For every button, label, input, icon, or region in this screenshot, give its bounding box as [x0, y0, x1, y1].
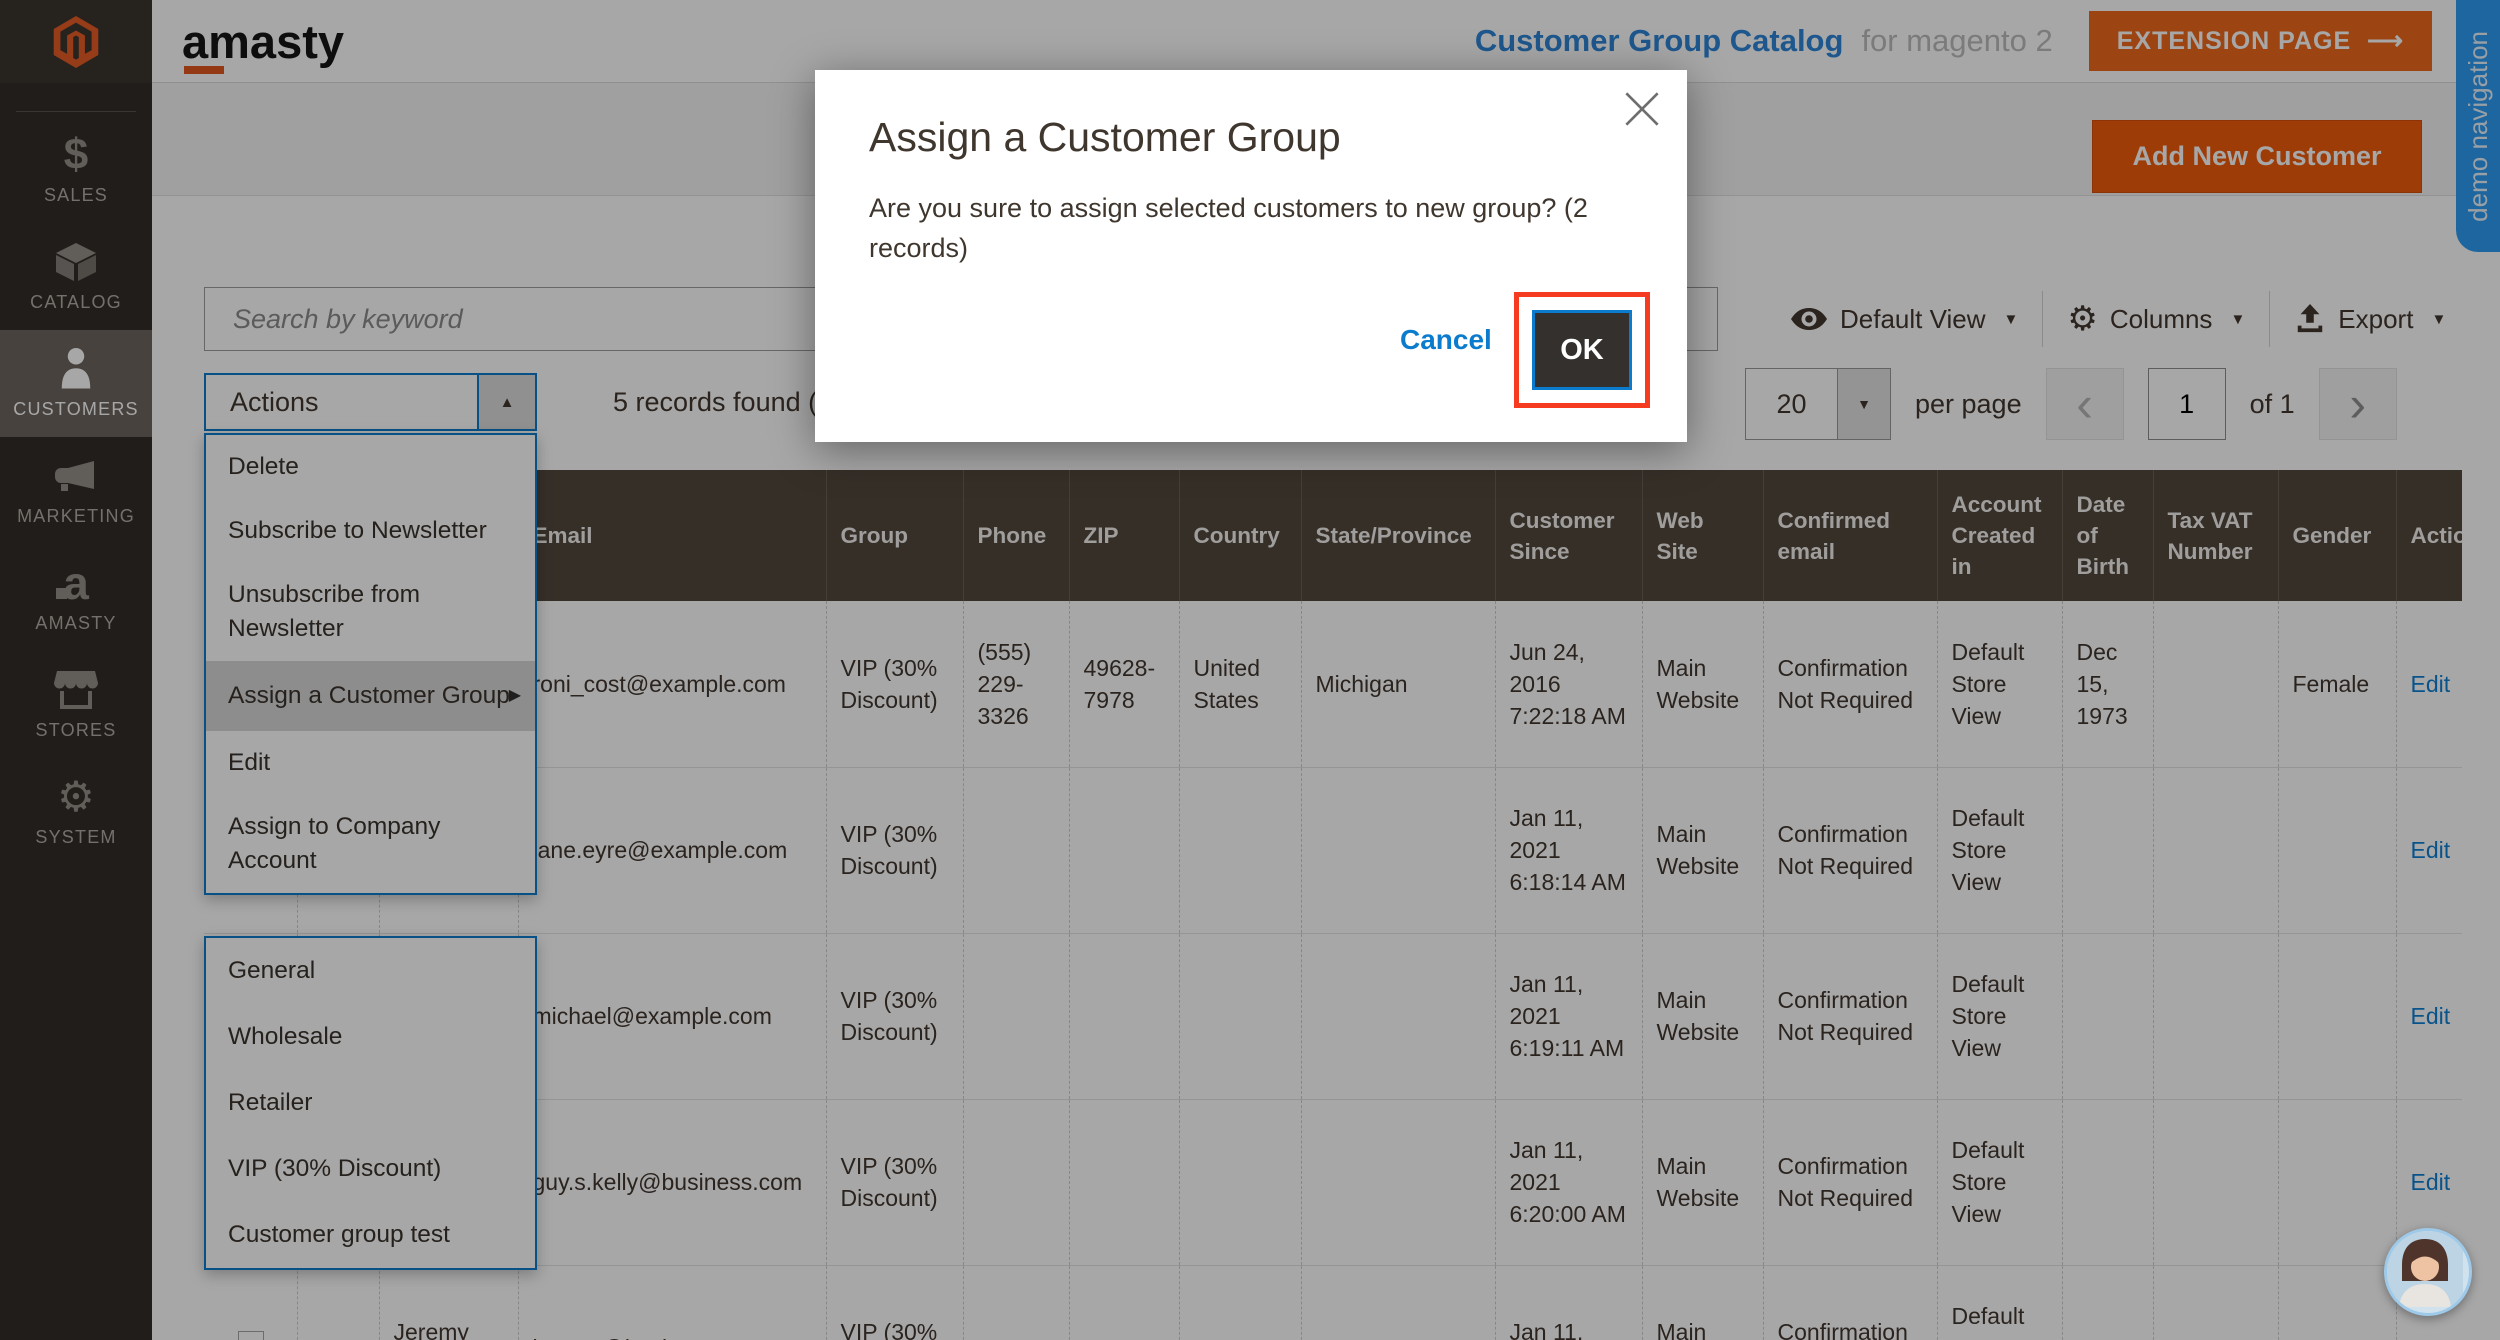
close-icon[interactable]: [1623, 90, 1661, 128]
cancel-button[interactable]: Cancel: [1400, 324, 1492, 356]
support-chat-avatar[interactable]: [2384, 1228, 2472, 1316]
magento-admin-page: $SALESCATALOGCUSTOMERSMARKETINGaAMASTYST…: [0, 0, 2500, 1340]
assign-group-modal: Assign a Customer Group Are you sure to …: [815, 70, 1687, 442]
ok-button[interactable]: OK: [1532, 310, 1632, 390]
modal-message: Are you sure to assign selected customer…: [869, 188, 1614, 268]
modal-title: Assign a Customer Group: [869, 114, 1341, 161]
avatar-image: [2387, 1231, 2463, 1307]
